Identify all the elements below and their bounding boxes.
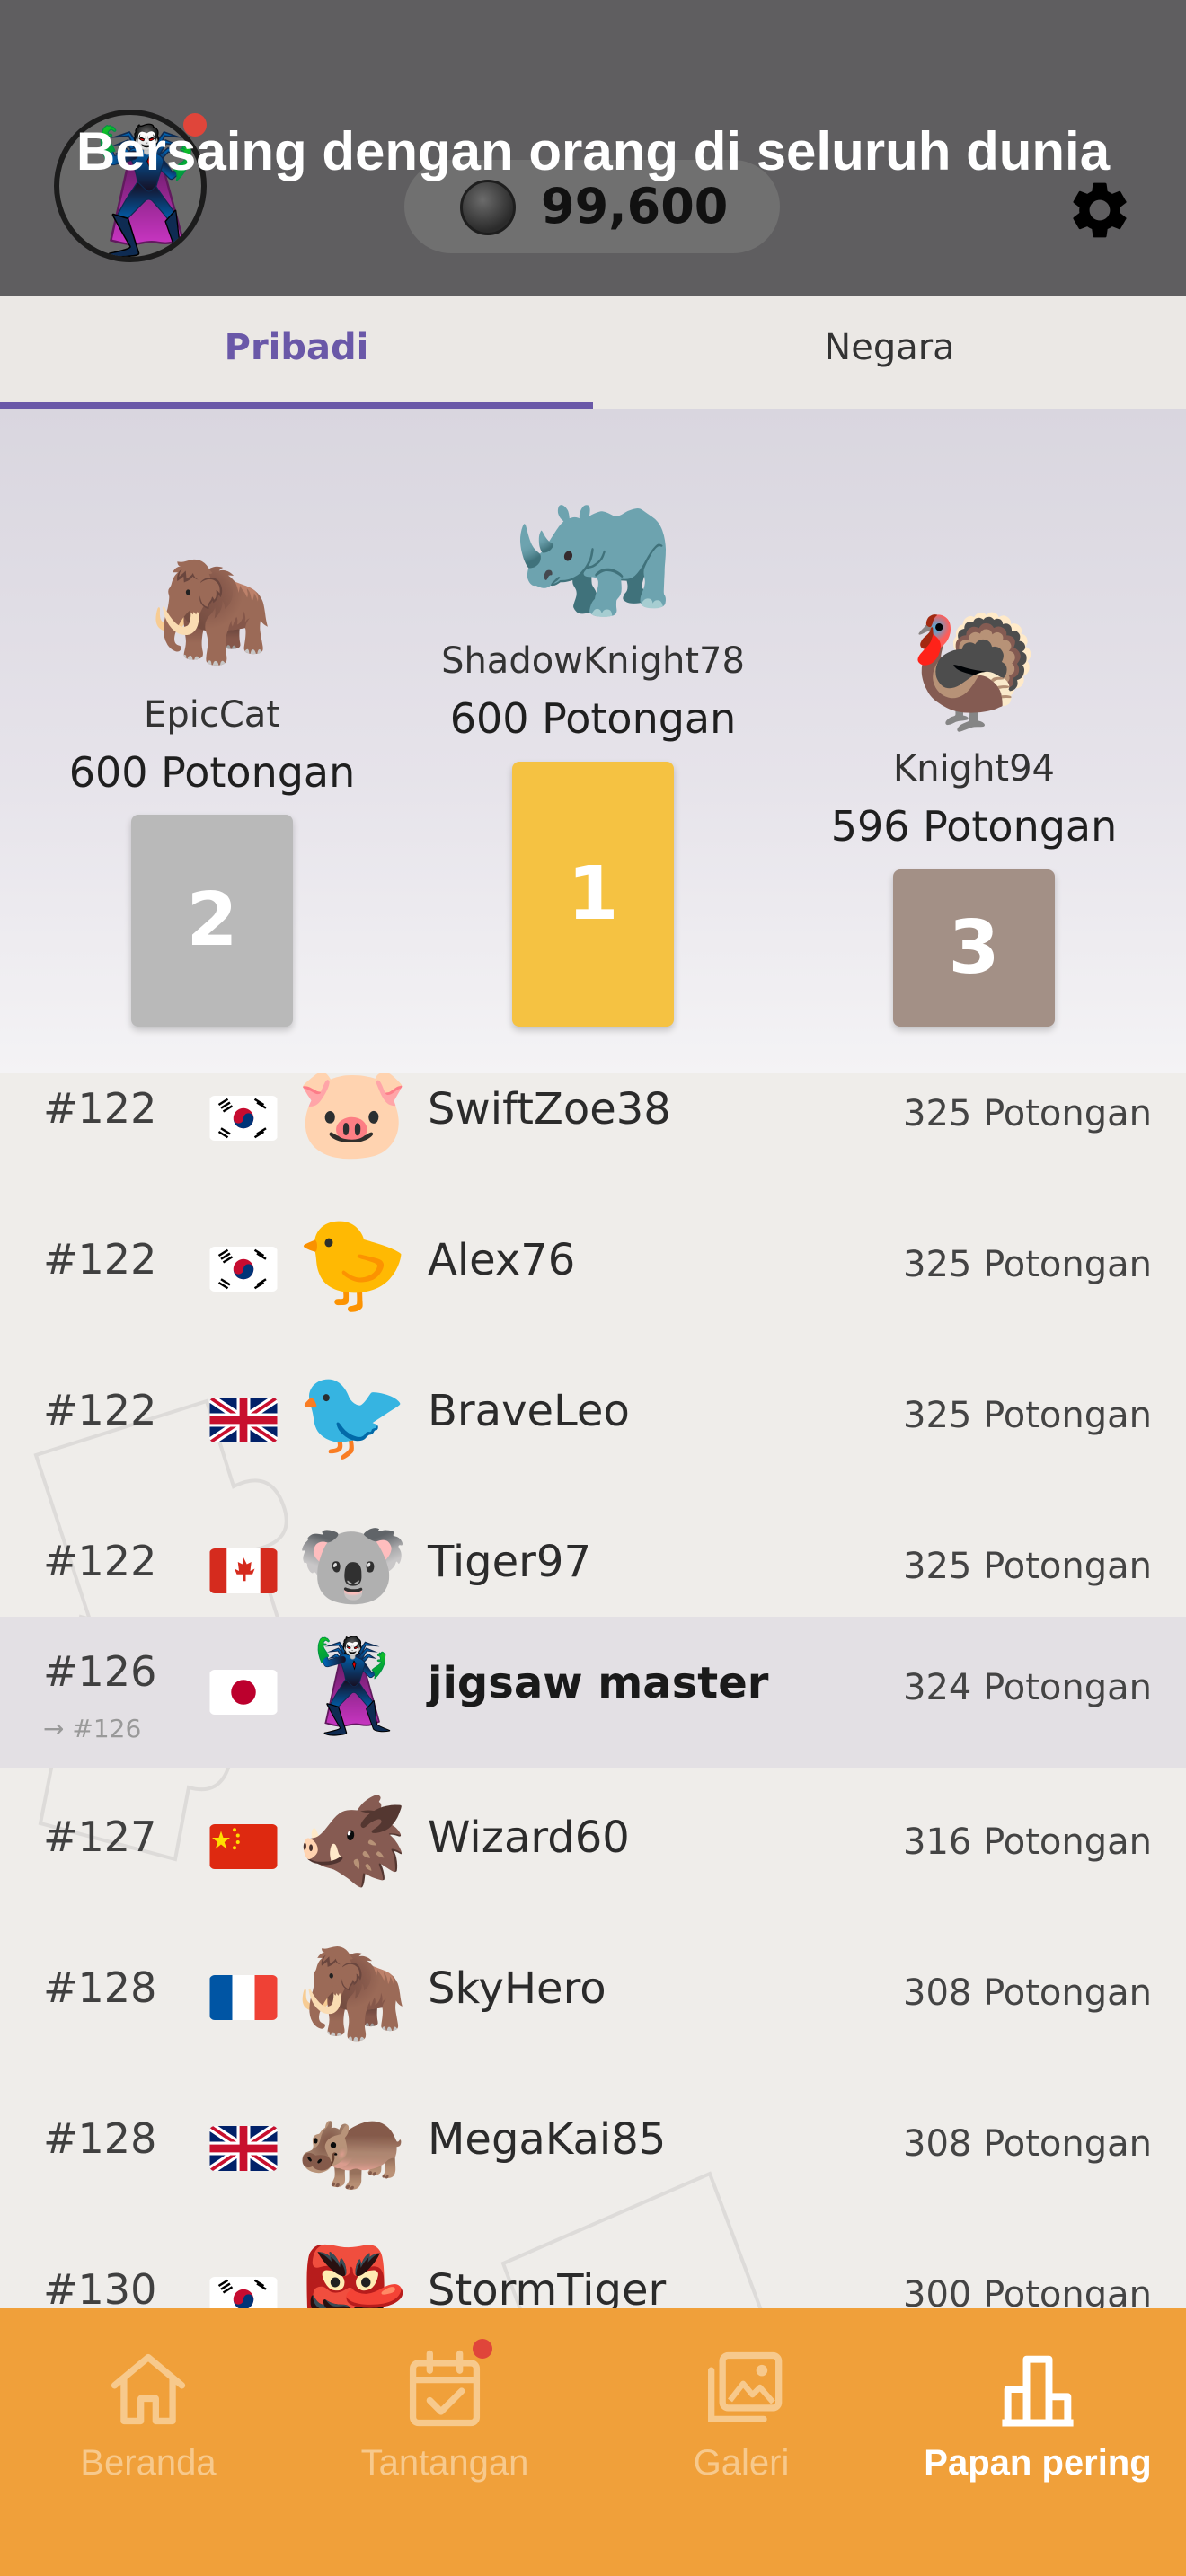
coin-icon (460, 180, 516, 235)
player-name: BraveLeo (428, 1386, 630, 1436)
page-title: Bersaing dengan orang di seluruh dunia (75, 121, 1111, 181)
player-avatar: 👺 (296, 2241, 409, 2308)
podium-second-points: 600 Potongan (68, 748, 356, 797)
nav-challenges-badge (473, 2339, 492, 2359)
list-item[interactable]: #130 👺 StormTiger 300 Potongan (0, 2220, 1186, 2308)
bottom-navigation: Beranda Tantangan Galeri Papan pering (0, 2308, 1186, 2576)
flag-gb-icon (209, 2126, 278, 2171)
list-item[interactable]: #122 🐦 BraveLeo 325 Potongan (0, 1341, 1186, 1492)
calendar-check-icon (409, 2350, 481, 2427)
podium-second-avatar: 🦣 (149, 552, 275, 669)
rank-label: #130 (43, 2265, 157, 2308)
player-points: 308 Potongan (903, 1972, 1152, 2014)
player-avatar: 🦣 (296, 1939, 409, 2044)
player-points: 308 Potongan (903, 2123, 1152, 2165)
flag-gb-icon (209, 1398, 278, 1442)
podium-first-block: 1 (512, 762, 674, 1027)
ranking-list[interactable]: #122 🐷 SwiftZoe38 325 Potongan #122 🐤 Al… (0, 1073, 1186, 2308)
list-item[interactable]: #122 🐷 SwiftZoe38 325 Potongan (0, 1073, 1186, 1190)
player-name: SwiftZoe38 (428, 1084, 671, 1134)
podium-second[interactable]: 🦣 EpicCat 600 Potongan 2 (32, 409, 392, 1073)
tab-personal[interactable]: Pribadi (0, 296, 593, 409)
player-name: StormTiger (428, 2265, 667, 2308)
player-name: Wizard60 (428, 1813, 630, 1863)
active-tab-indicator (0, 402, 593, 409)
player-points: 325 Potongan (903, 1093, 1152, 1134)
nav-leaderboard-label: Papan pering (924, 2443, 1152, 2483)
rank-label: #128 (43, 2114, 157, 2163)
nav-gallery[interactable]: Galeri (593, 2308, 890, 2576)
player-avatar: 🐗 (296, 1788, 409, 1893)
player-points: 325 Potongan (903, 1546, 1152, 1587)
leaderboard-tabs: Pribadi Negara (0, 296, 1186, 409)
nav-home[interactable]: Beranda (0, 2308, 296, 2576)
player-avatar: 🐤 (296, 1211, 409, 1316)
list-item[interactable]: #127 🐗 Wizard60 316 Potongan (0, 1768, 1186, 1919)
rank-label: #126 (43, 1647, 157, 1696)
player-avatar: 🦛 (296, 2090, 409, 2195)
flag-kr-icon (209, 2277, 278, 2308)
podium-third-avatar: 🦃 (906, 608, 1042, 736)
podium-first-name: ShadowKnight78 (441, 640, 745, 682)
player-name: MegaKai85 (428, 2114, 667, 2165)
podium-third-points: 596 Potongan (830, 802, 1118, 851)
player-points: 316 Potongan (903, 1822, 1152, 1863)
gallery-icon (708, 2351, 783, 2422)
player-points: 325 Potongan (903, 1395, 1152, 1436)
nav-gallery-label: Galeri (693, 2443, 790, 2483)
podium-third-name: Knight94 (892, 748, 1056, 790)
rank-change-label: → #126 (43, 1714, 142, 1743)
flag-jp-icon (209, 1670, 278, 1715)
nav-challenges-label: Tantangan (360, 2443, 529, 2483)
nav-challenges[interactable]: Tantangan (296, 2308, 593, 2576)
player-name: Alex76 (428, 1235, 576, 1285)
list-item[interactable]: #128 🦣 SkyHero 308 Potongan (0, 1919, 1186, 2069)
player-avatar: 🦹 (296, 1634, 409, 1739)
podium-third[interactable]: 🦃 Knight94 596 Potongan 3 (794, 409, 1154, 1073)
tab-country[interactable]: Negara (593, 296, 1186, 409)
player-avatar: 🐦 (296, 1362, 409, 1467)
rank-label: #122 (43, 1537, 157, 1585)
home-icon (111, 2353, 186, 2425)
list-item[interactable]: #122 🐤 Alex76 325 Potongan (0, 1190, 1186, 1341)
rank-label: #128 (43, 1963, 157, 2012)
player-avatar: 🐨 (296, 1513, 409, 1618)
flag-cn-icon (209, 1824, 278, 1869)
player-name: Tiger97 (428, 1537, 591, 1587)
player-name: jigsaw master (428, 1658, 769, 1708)
list-item[interactable]: #128 🦛 MegaKai85 308 Potongan (0, 2069, 1186, 2220)
rank-label: #122 (43, 1235, 157, 1284)
rank-label: #122 (43, 1084, 157, 1133)
podium-second-block: 2 (131, 815, 293, 1027)
flag-fr-icon (209, 1975, 278, 2020)
player-points: 300 Potongan (903, 2274, 1152, 2308)
podium-first[interactable]: 🦏 ShadowKnight78 600 Potongan 1 (413, 409, 773, 1073)
flag-ca-icon (209, 1548, 278, 1593)
nav-home-label: Beranda (80, 2443, 217, 2483)
player-points: 325 Potongan (903, 1244, 1152, 1285)
gear-icon[interactable] (1066, 176, 1134, 244)
rank-label: #127 (43, 1813, 157, 1861)
player-avatar: 🐷 (296, 1073, 409, 1165)
flag-kr-icon (209, 1096, 278, 1141)
rank-label: #122 (43, 1386, 157, 1434)
flag-kr-icon (209, 1247, 278, 1292)
podium: 🦣 EpicCat 600 Potongan 2 🦏 ShadowKnight7… (0, 409, 1186, 1073)
player-name: SkyHero (428, 1963, 606, 2014)
podium-first-points: 600 Potongan (449, 694, 737, 743)
podium-first-avatar: 🦏 (509, 472, 677, 626)
podium-third-block: 3 (893, 869, 1055, 1027)
list-item-current-user[interactable]: #126 → #126 🦹 jigsaw master 324 Potongan (0, 1617, 1186, 1768)
nav-leaderboard[interactable]: Papan pering (890, 2308, 1186, 2576)
player-points: 324 Potongan (903, 1667, 1152, 1708)
podium-second-name: EpicCat (144, 694, 280, 736)
leaderboard-icon (1002, 2355, 1074, 2427)
top-header: 🦹 99,600 Bersaing dengan orang di seluru… (0, 0, 1186, 296)
